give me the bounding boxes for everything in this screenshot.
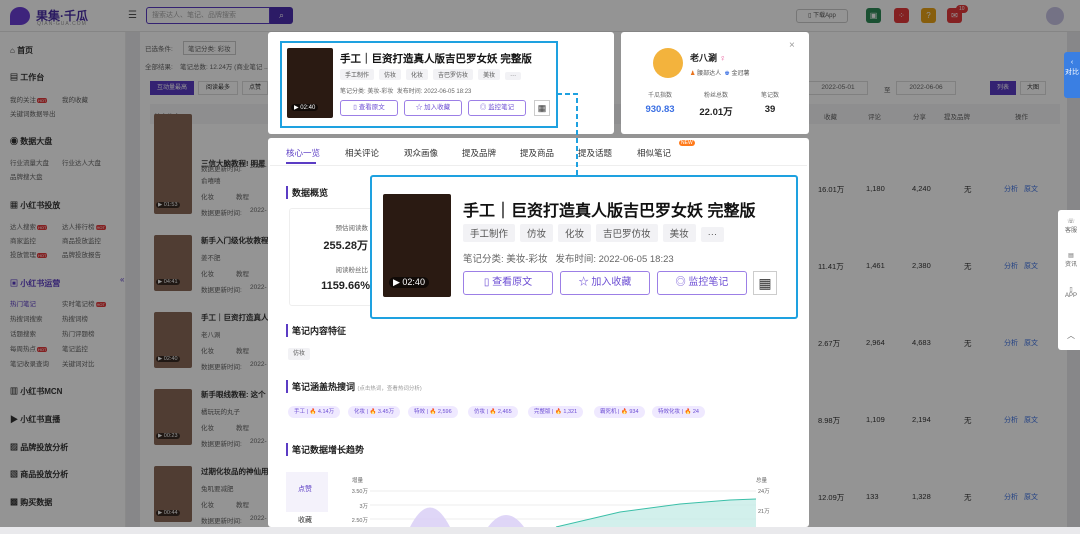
- new-badge: NEW: [679, 140, 695, 146]
- note-meta: 笔记分类: 美妆-彩妆 发布时间: 2022-06-05 18:23: [340, 89, 472, 95]
- keyword-pill[interactable]: 特效 | 🔥 2,596: [408, 406, 458, 418]
- y-left-2: 2.50万: [351, 518, 368, 524]
- author-name: 老八涮 ♀: [690, 53, 727, 63]
- note-tag: 手工制作: [463, 224, 516, 242]
- increment-area: [410, 507, 450, 527]
- trend-like-tab[interactable]: 点赞: [298, 484, 312, 494]
- tab-underline: [286, 162, 316, 164]
- more-tags-icon[interactable]: ···: [700, 227, 725, 242]
- note-tag: 仿妆: [379, 69, 402, 80]
- zoomed-add-favorite-button[interactable]: ☆ 加入收藏: [560, 271, 650, 295]
- author-card: [621, 32, 809, 134]
- keyword-pill[interactable]: 仿妆 | 🔥 2,465: [468, 406, 518, 418]
- trend-add-label: 增量: [352, 478, 364, 484]
- notes-label: 笔记数: [760, 93, 779, 99]
- note-tags: 手工制作 仿妆 化妆 吉巴罗仿妆 美妆 ···: [340, 69, 522, 80]
- total-area: [556, 499, 756, 527]
- y-left-1: 3万: [359, 504, 368, 510]
- note-tag: 吉巴罗仿妆: [596, 224, 658, 242]
- tab-3[interactable]: 提及品牌: [462, 147, 496, 159]
- tab-4[interactable]: 提及商品: [520, 147, 554, 159]
- index-label: 千瓜指数: [647, 93, 672, 99]
- tab-divider: [270, 165, 807, 166]
- tab-0[interactable]: 核心一览: [286, 147, 320, 159]
- back-top-icon[interactable]: ︿: [1062, 330, 1080, 341]
- read-label: 预估阅读数: [335, 225, 369, 232]
- feature-title: 笔记内容特征: [286, 324, 346, 337]
- note-tag: 化妆: [406, 69, 429, 80]
- note-tag: 美妆: [662, 224, 696, 242]
- zoomed-title: 手工｜巨资打造真人版吉巴罗女妖 完整版: [463, 203, 756, 220]
- service-button[interactable]: ☏ 客服: [1062, 218, 1080, 234]
- fans-value: 22.01万: [699, 107, 733, 118]
- author-avatar[interactable]: [653, 48, 683, 78]
- y-right-0: 24万: [758, 489, 770, 495]
- close-icon[interactable]: ×: [789, 40, 795, 51]
- y-left-0: 3.50万: [351, 489, 368, 495]
- keyword-pill[interactable]: 手工 | 🔥 4.14万: [288, 406, 341, 418]
- keyword-pill[interactable]: 化妆 | 🔥 3.45万: [348, 406, 401, 418]
- zoomed-tags: 手工制作 仿妆 化妆 吉巴罗仿妆 美妆 ···: [463, 224, 725, 242]
- read-value: 255.28万: [323, 240, 368, 252]
- duration-badge: ▶ 02:40: [291, 104, 319, 111]
- y-right-1: 21万: [758, 509, 770, 515]
- note-title: 手工｜巨资打造真人版吉巴罗女妖 完整版: [340, 53, 532, 65]
- trend-chart: [370, 490, 756, 527]
- ratio-label: 阅读粉丝比: [335, 267, 369, 274]
- keyword-pill[interactable]: 完整版 | 🔥 1,321: [528, 406, 584, 418]
- zoomed-qrcode-icon[interactable]: ▦: [753, 271, 777, 295]
- keyword-pill[interactable]: 特效化妆 | 🔥 24: [652, 406, 705, 418]
- zoom-connector: [557, 93, 578, 176]
- app-button[interactable]: ▯ APP: [1062, 286, 1080, 299]
- note-tag: 化妆: [558, 224, 592, 242]
- add-favorite-button[interactable]: ☆ 加入收藏: [404, 100, 462, 116]
- view-original-button[interactable]: ▯ 查看原文: [340, 100, 398, 116]
- note-tag: 吉巴罗仿妆: [433, 69, 474, 80]
- keyword-pill[interactable]: 霸死机 | 🔥 934: [594, 406, 645, 418]
- zoomed-monitor-note-button[interactable]: ◎ 监控笔记: [657, 271, 747, 295]
- note-tag: 手工制作: [340, 69, 375, 80]
- keyword-title: 笔记涵盖热搜词 (点击热词，查看热词分析): [286, 380, 422, 393]
- zoomed-view-original-button[interactable]: ▯ 查看原文: [463, 271, 553, 295]
- index-value: 930.83: [645, 104, 675, 115]
- zoomed-duration-badge: ▶ 02:40: [389, 277, 429, 288]
- zoomed-meta: 笔记分类: 美妆-彩妆 发布时间: 2022-06-05 18:23: [463, 254, 674, 265]
- trend-collect-tab[interactable]: 收藏: [298, 515, 312, 525]
- trend-total-label: 总量: [756, 478, 768, 484]
- monitor-note-button[interactable]: ◎ 监控笔记: [468, 100, 526, 116]
- tab-2[interactable]: 观众画像: [404, 147, 438, 159]
- feature-tag: 仿妆: [288, 348, 311, 360]
- fans-label: 粉丝总数: [703, 93, 728, 99]
- increment-area: [488, 515, 524, 527]
- trend-title: 笔记数据增长趋势: [286, 443, 364, 456]
- qrcode-icon[interactable]: ▦: [534, 100, 550, 116]
- notes-value: 39: [764, 104, 776, 115]
- note-tag: 仿妆: [520, 224, 554, 242]
- more-tags-icon[interactable]: ···: [505, 72, 522, 80]
- note-tag: 美妆: [478, 69, 501, 80]
- news-button[interactable]: ▤ 资讯: [1062, 252, 1080, 268]
- ratio-value: 1159.66%: [321, 280, 370, 292]
- tab-6[interactable]: 相似笔记: [637, 147, 671, 159]
- author-level: ♟ 腰部达人 ♚ 金冠薯: [690, 71, 750, 77]
- tab-1[interactable]: 相关评论: [345, 147, 379, 159]
- overview-title: 数据概览: [286, 186, 328, 199]
- compare-side-tab[interactable]: ‹ 对比: [1064, 52, 1080, 98]
